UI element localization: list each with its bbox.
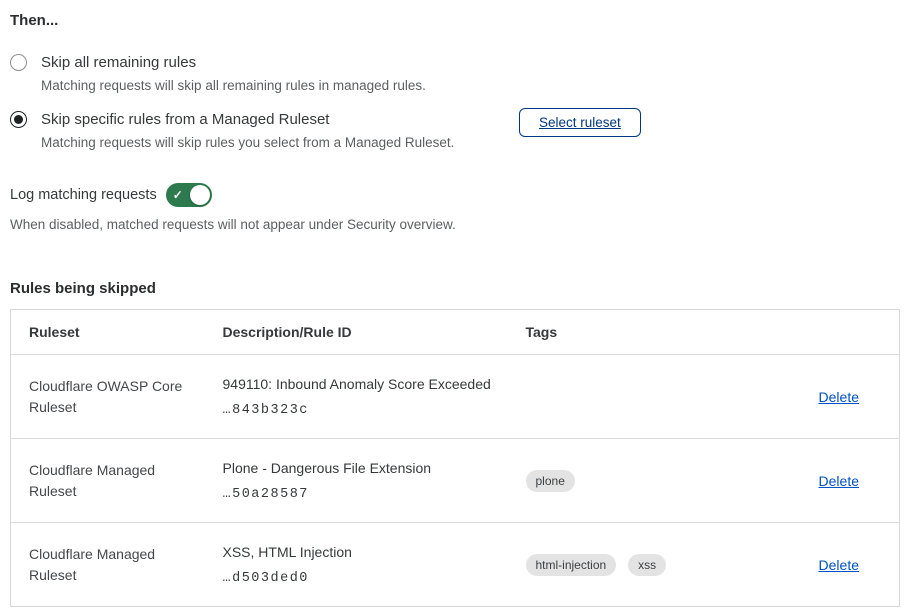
option-skip-all-remaining-rules: Skip all remaining rules Matching reques… [10,52,900,95]
tag-badge: html-injection [526,554,617,576]
option-description: Matching requests will skip rules you se… [41,134,454,152]
tags-cell: plone [526,439,756,523]
option-description: Matching requests will skip all remainin… [41,77,426,95]
column-header-ruleset: Ruleset [11,310,223,355]
rule-description: Plone - Dangerous File Extension [223,459,526,478]
rules-being-skipped-heading: Rules being skipped [10,280,900,298]
tag-badge: xss [628,554,666,576]
column-header-tags: Tags [526,310,756,355]
option-skip-specific-rules: Skip specific rules from a Managed Rules… [10,109,900,152]
delete-link[interactable]: Delete [819,389,859,405]
select-ruleset-button[interactable]: Select ruleset [519,108,641,137]
rule-description: 949110: Inbound Anomaly Score Exceeded [223,375,526,394]
log-toggle-description: When disabled, matched requests will not… [10,216,900,234]
waf-rule-then-panel: Then... Skip all remaining rules Matchin… [0,0,911,607]
log-toggle-label: Log matching requests [10,187,157,203]
tag-badge: plone [526,470,575,492]
table-row: Cloudflare OWASP Core Ruleset 949110: In… [11,355,900,439]
table-header-row: Ruleset Description/Rule ID Tags [11,310,900,355]
ruleset-name: Cloudflare OWASP Core Ruleset [29,376,187,418]
tags-cell [526,355,756,439]
rule-id: …50a28587 [223,487,526,502]
then-heading: Then... [10,12,900,30]
option-label[interactable]: Skip specific rules from a Managed Rules… [41,109,454,130]
table-row: Cloudflare Managed Ruleset Plone - Dange… [11,439,900,523]
column-header-actions [756,310,900,355]
radio-skip-specific-rules[interactable] [10,111,27,128]
check-icon: ✓ [173,187,183,203]
radio-skip-all-remaining-rules[interactable] [10,54,27,71]
log-matching-requests-row: Log matching requests ✓ [10,183,900,207]
rule-id: …d503ded0 [223,571,526,586]
column-header-description: Description/Rule ID [223,310,526,355]
rules-being-skipped-table: Ruleset Description/Rule ID Tags Cloudfl… [10,309,900,607]
ruleset-name: Cloudflare Managed Ruleset [29,460,187,502]
tags-cell: html-injection xss [526,523,756,607]
toggle-knob [190,185,210,205]
rule-description: XSS, HTML Injection [223,543,526,562]
option-label[interactable]: Skip all remaining rules [41,52,426,73]
log-matching-requests-toggle[interactable]: ✓ [166,183,212,207]
ruleset-name: Cloudflare Managed Ruleset [29,544,187,586]
delete-link[interactable]: Delete [819,473,859,489]
delete-link[interactable]: Delete [819,557,859,573]
table-row: Cloudflare Managed Ruleset XSS, HTML Inj… [11,523,900,607]
rule-id: …843b323c [223,403,526,418]
